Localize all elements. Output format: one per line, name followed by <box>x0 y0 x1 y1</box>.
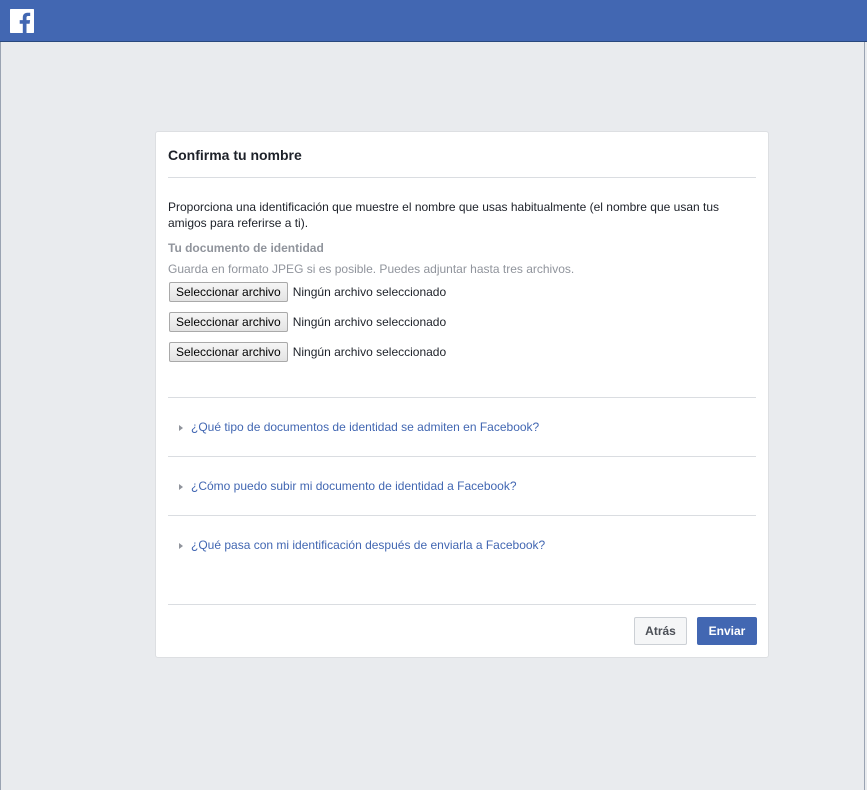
faq-question: ¿Qué tipo de documentos de identidad se … <box>191 420 540 434</box>
file-input-2: Seleccionar archivo Ningún archivo selec… <box>169 312 446 332</box>
footer-divider <box>168 604 756 605</box>
expand-triangle-icon <box>179 424 183 431</box>
choose-file-button[interactable]: Seleccionar archivo <box>169 312 288 332</box>
expand-triangle-icon <box>179 483 183 490</box>
intro-text: Proporciona una identificación que muest… <box>168 200 720 230</box>
file-status-text: Ningún archivo seleccionado <box>292 285 447 299</box>
faq-question: ¿Cómo puedo subir mi documento de identi… <box>191 479 517 493</box>
expand-triangle-icon <box>179 542 183 549</box>
divider <box>168 177 756 178</box>
confirm-name-dialog: Confirma tu nombre Proporciona una ident… <box>155 131 769 658</box>
faq-item-accepted-documents[interactable]: ¿Qué tipo de documentos de identidad se … <box>179 420 539 434</box>
submit-button[interactable]: Enviar <box>697 617 757 645</box>
file-input-1: Seleccionar archivo Ningún archivo selec… <box>169 282 446 302</box>
facebook-logo-icon[interactable] <box>10 9 34 33</box>
divider <box>168 456 756 457</box>
top-bar <box>0 0 867 42</box>
divider <box>168 515 756 516</box>
faq-question: ¿Qué pasa con mi identificación después … <box>191 538 546 552</box>
file-status-text: Ningún archivo seleccionado <box>292 315 447 329</box>
dialog-title: Confirma tu nombre <box>168 147 302 163</box>
choose-file-button[interactable]: Seleccionar archivo <box>169 342 288 362</box>
choose-file-button[interactable]: Seleccionar archivo <box>169 282 288 302</box>
back-button[interactable]: Atrás <box>634 617 687 645</box>
faq-item-how-to-upload[interactable]: ¿Cómo puedo subir mi documento de identi… <box>179 479 517 493</box>
file-input-3: Seleccionar archivo Ningún archivo selec… <box>169 342 446 362</box>
file-status-text: Ningún archivo seleccionado <box>292 345 447 359</box>
faq-item-after-submission[interactable]: ¿Qué pasa con mi identificación después … <box>179 538 545 552</box>
id-document-hint: Guarda en formato JPEG si es posible. Pu… <box>168 262 575 276</box>
divider <box>168 397 756 398</box>
id-document-label: Tu documento de identidad <box>168 241 324 255</box>
